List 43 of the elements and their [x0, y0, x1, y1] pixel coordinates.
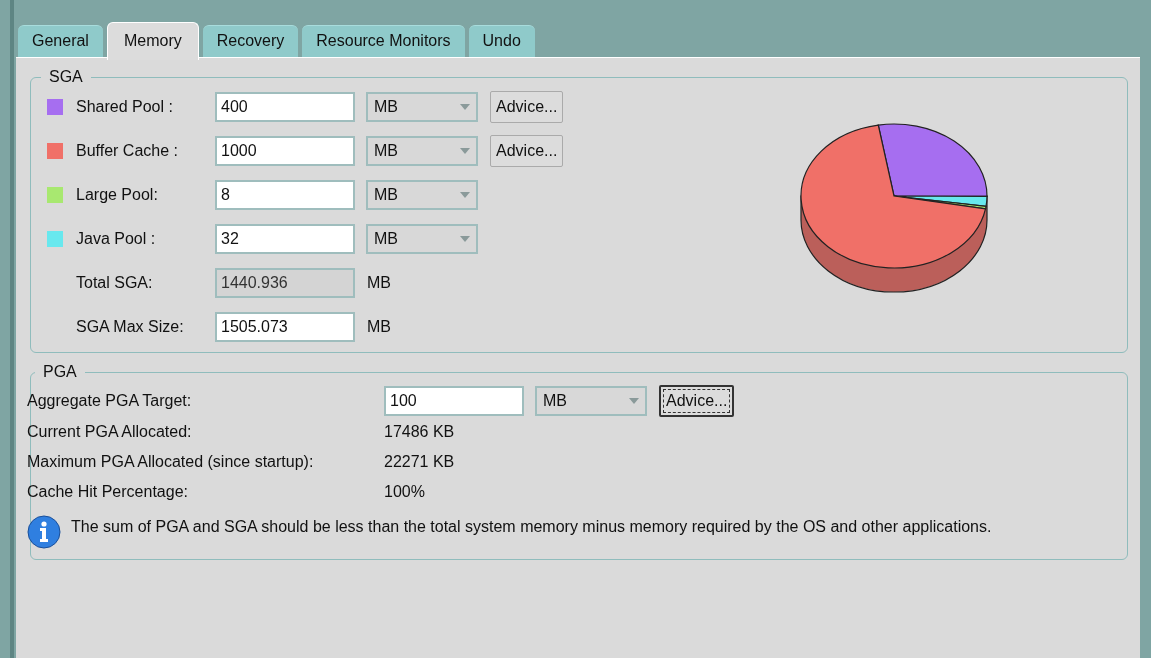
advice-button[interactable]: Advice...	[490, 135, 564, 167]
advice-button[interactable]: Advice...	[659, 385, 735, 417]
tab[interactable]: Recovery	[202, 25, 299, 57]
stat-value: 100%	[384, 483, 425, 501]
dropdown-caret-icon	[460, 192, 470, 198]
dropdown-caret-icon	[460, 236, 470, 242]
input-field[interactable]: 400	[215, 92, 355, 122]
unit-dropdown[interactable]: MB	[366, 92, 478, 122]
stat-label: Cache Hit Percentage:	[27, 483, 189, 501]
stat-label: Maximum PGA Allocated (since startup):	[27, 453, 315, 471]
field-label: Large Pool:	[76, 186, 159, 204]
input-field[interactable]: 8	[215, 180, 355, 210]
field-label: Buffer Cache :	[76, 142, 179, 160]
field-label: SGA Max Size:	[76, 318, 185, 336]
unit-dropdown[interactable]: MB	[366, 136, 478, 166]
unit-dropdown[interactable]: MB	[366, 224, 478, 254]
dropdown-caret-icon	[629, 398, 639, 404]
advice-button[interactable]: Advice...	[490, 91, 564, 123]
field-label: Java Pool :	[76, 230, 157, 248]
tab[interactable]: General	[18, 25, 103, 57]
info-message: The sum of PGA and SGA should be less than the total system memory minus memory required by the OS and other applications.	[71, 517, 993, 537]
field-label: Aggregate PGA Target:	[27, 392, 193, 410]
group-title: SGA	[48, 68, 84, 86]
input-field[interactable]: 100	[384, 386, 524, 416]
unit-label: MB	[367, 318, 391, 336]
unit-dropdown[interactable]: MB	[535, 386, 647, 416]
input-field[interactable]: 1000	[215, 136, 355, 166]
input-field[interactable]: 32	[215, 224, 355, 254]
tab[interactable]: Memory	[106, 22, 199, 60]
unit-label: MB	[367, 274, 391, 292]
stat-value: 22271 KB	[384, 453, 455, 471]
field-label: Total SGA:	[76, 274, 154, 292]
info-icon	[27, 515, 61, 549]
group-title: PGA	[42, 363, 78, 381]
field-label: Shared Pool :	[76, 98, 174, 116]
stat-label: Current PGA Allocated:	[27, 423, 193, 441]
dropdown-caret-icon	[460, 104, 470, 110]
stat-value: 17486 KB	[384, 423, 455, 441]
dropdown-caret-icon	[460, 148, 470, 154]
unit-dropdown[interactable]: MB	[366, 180, 478, 210]
input-field[interactable]: 1505.073	[215, 312, 355, 342]
tab[interactable]: Resource Monitors	[302, 25, 465, 57]
tab[interactable]: Undo	[468, 25, 535, 57]
